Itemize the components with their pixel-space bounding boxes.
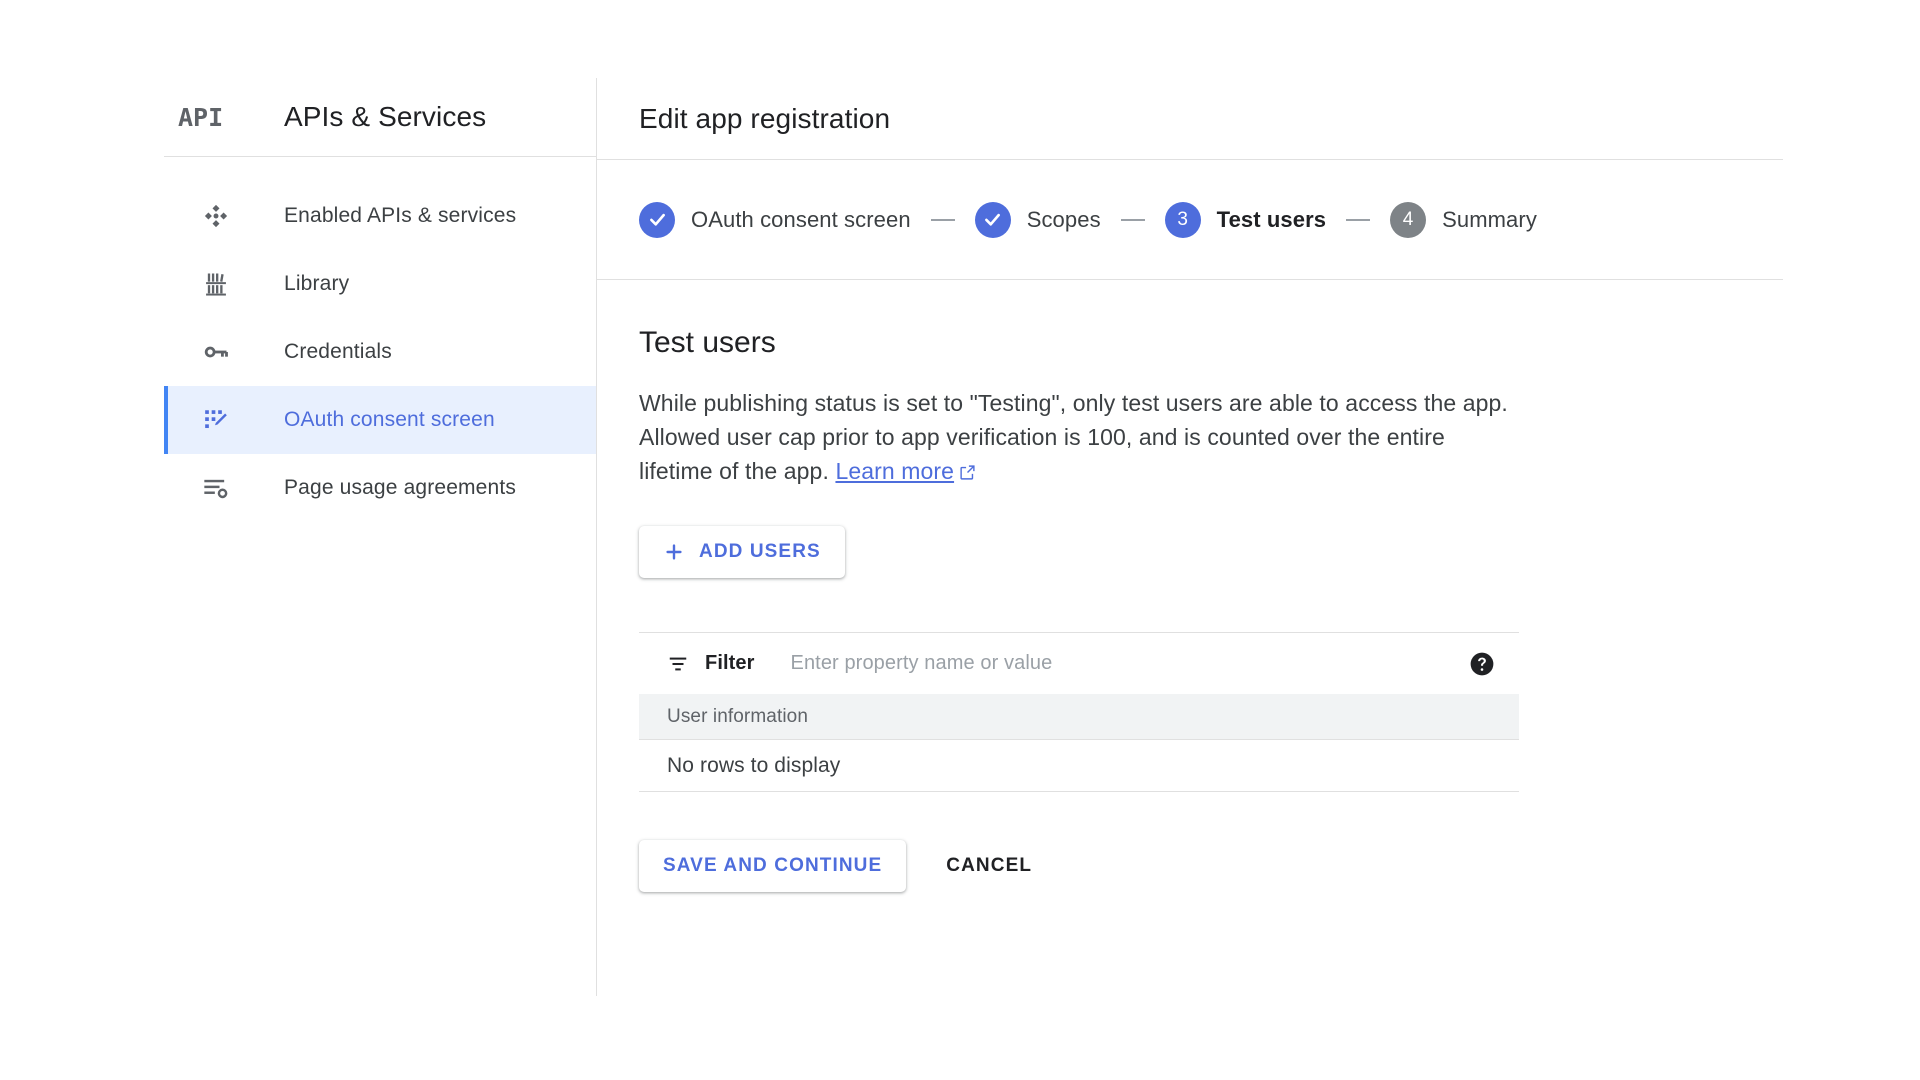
sidebar-item-label: OAuth consent screen xyxy=(284,408,495,431)
api-diamond-icon xyxy=(198,198,234,234)
api-logo: API xyxy=(178,102,224,132)
main-body: Test users While publishing status is se… xyxy=(597,280,1783,892)
key-icon xyxy=(198,334,234,370)
filter-label: Filter xyxy=(705,652,755,674)
step-scopes[interactable]: Scopes xyxy=(974,201,1101,238)
external-link-icon xyxy=(959,456,976,490)
learn-more-label: Learn more xyxy=(835,458,955,484)
step-separator xyxy=(930,218,955,221)
sidebar-item-label: Enabled APIs & services xyxy=(284,204,517,227)
stepper: OAuth consent screen Scopes 3 Test users… xyxy=(597,160,1783,280)
page-root: API APIs & Services Enabled APIs & servi… xyxy=(0,0,1920,1080)
save-and-continue-button[interactable]: SAVE AND CONTINUE xyxy=(639,840,907,892)
step-separator xyxy=(1120,218,1145,221)
sidebar-item-label: Page usage agreements xyxy=(284,476,516,499)
step-label: Summary xyxy=(1442,206,1537,232)
brand: API APIs & Services xyxy=(164,78,596,156)
step-oauth-consent-screen[interactable]: OAuth consent screen xyxy=(639,201,911,238)
sidebar-item-oauth-consent-screen[interactable]: OAuth consent screen xyxy=(164,386,596,454)
sidebar-item-credentials[interactable]: Credentials xyxy=(164,318,596,386)
filter-row: Filter xyxy=(639,632,1519,694)
step-label: Scopes xyxy=(1026,206,1101,232)
table-column-header: User information xyxy=(667,705,808,727)
table-header-row: User information xyxy=(639,694,1519,740)
step-label: Test users xyxy=(1216,206,1327,232)
sidebar-item-label: Library xyxy=(284,272,350,295)
form-actions: SAVE AND CONTINUE CANCEL xyxy=(639,840,1783,892)
sidebar-item-enabled-apis[interactable]: Enabled APIs & services xyxy=(164,182,596,250)
step-badge-check-icon xyxy=(974,201,1011,238)
add-users-button[interactable]: ADD USERS xyxy=(639,526,845,578)
step-badge-number: 4 xyxy=(1390,201,1427,238)
save-and-continue-label: SAVE AND CONTINUE xyxy=(663,855,883,876)
learn-more-link[interactable]: Learn more xyxy=(835,458,976,484)
page-usage-agreements-icon xyxy=(198,470,234,506)
step-badge-number: 3 xyxy=(1164,201,1201,238)
step-badge-check-icon xyxy=(639,201,675,238)
sidebar-item-label: Credentials xyxy=(284,340,392,363)
section-description: While publishing status is set to "Testi… xyxy=(639,386,1519,490)
main-header: Edit app registration xyxy=(597,78,1783,160)
section-title: Test users xyxy=(639,326,776,359)
page-title: Edit app registration xyxy=(639,102,891,134)
sidebar-item-page-usage-agreements[interactable]: Page usage agreements xyxy=(164,454,596,522)
plus-icon xyxy=(663,541,685,563)
step-label: OAuth consent screen xyxy=(691,206,911,232)
filter-input[interactable] xyxy=(790,652,1469,675)
main-panel: Edit app registration OAuth consent scre… xyxy=(597,78,1783,996)
sidebar-item-library[interactable]: Library xyxy=(164,250,596,318)
step-summary[interactable]: 4 Summary xyxy=(1390,201,1537,238)
step-test-users[interactable]: 3 Test users xyxy=(1164,201,1327,238)
library-bookshelf-icon xyxy=(198,266,234,302)
test-users-table-block: Filter User information No rows to dis xyxy=(639,632,1519,792)
help-circle-icon[interactable] xyxy=(1469,651,1495,677)
brand-title: APIs & Services xyxy=(284,101,487,132)
cancel-button[interactable]: CANCEL xyxy=(928,840,1050,892)
oauth-consent-icon xyxy=(198,402,234,438)
add-users-label: ADD USERS xyxy=(699,541,821,562)
table-empty-message: No rows to display xyxy=(667,753,841,777)
sidebar: API APIs & Services Enabled APIs & servi… xyxy=(164,78,596,996)
table-empty-row: No rows to display xyxy=(639,740,1519,792)
step-separator xyxy=(1346,218,1371,221)
sidebar-nav: Enabled APIs & services Library Credenti… xyxy=(164,182,596,522)
add-users-wrapper: ADD USERS xyxy=(639,526,1783,578)
filter-icon[interactable] xyxy=(667,653,689,675)
brand-divider xyxy=(164,156,596,157)
section-description-text: While publishing status is set to "Testi… xyxy=(639,390,1508,484)
